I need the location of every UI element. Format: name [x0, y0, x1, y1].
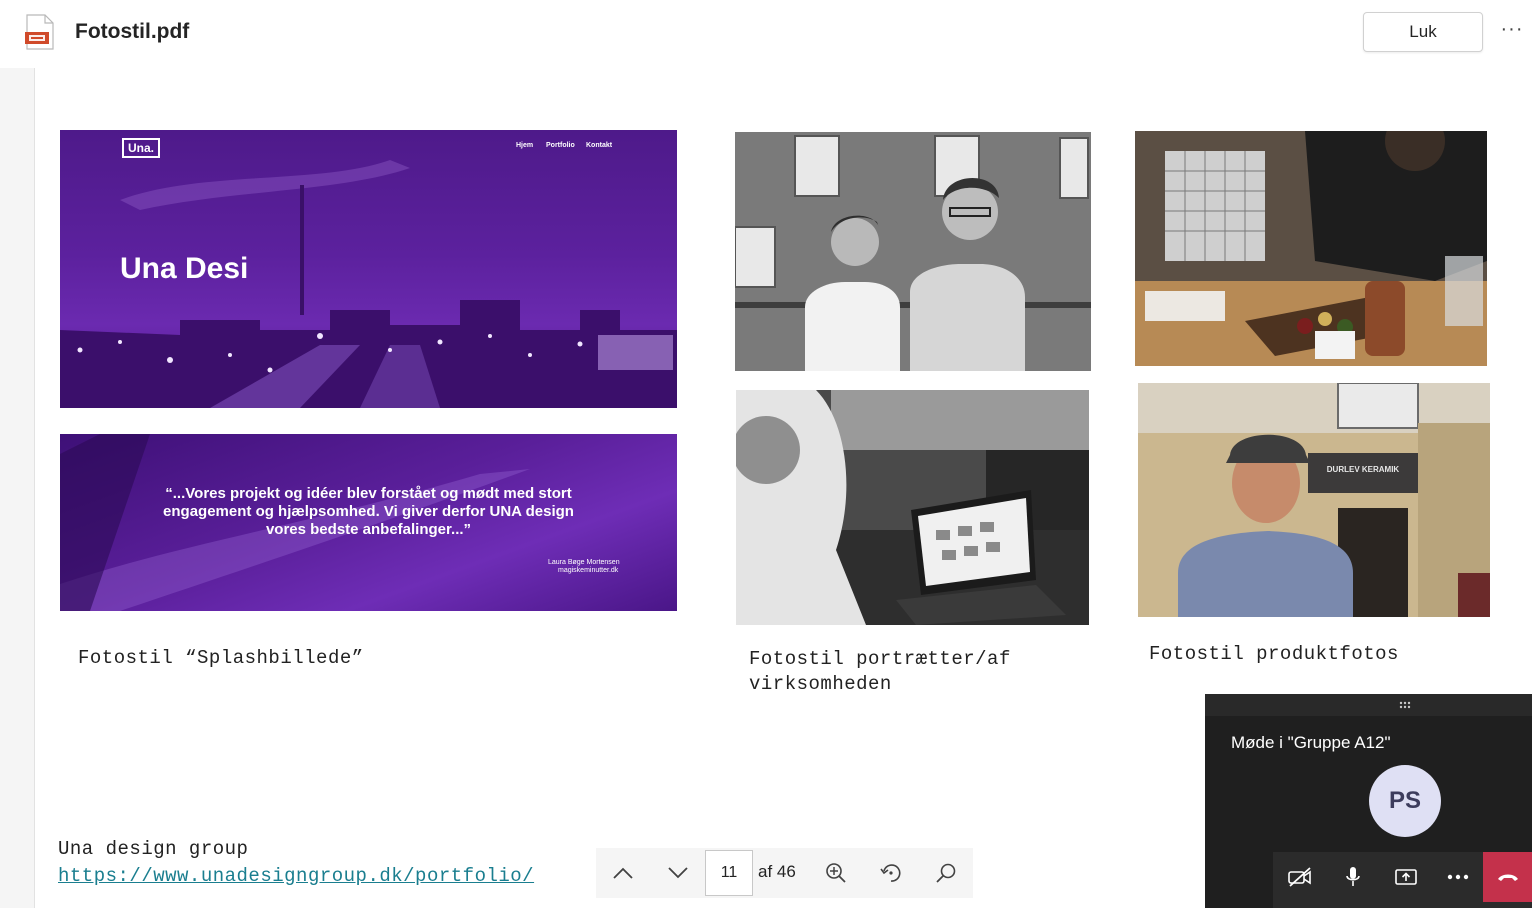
share-screen-icon — [1395, 869, 1417, 885]
footer-company: Una design group — [58, 838, 249, 860]
zoom-in-icon — [826, 863, 846, 883]
call-controls — [1273, 852, 1532, 908]
viewer-left-gutter — [0, 68, 35, 908]
search-button[interactable] — [921, 848, 971, 898]
quote-line-3: vores bedste anbefalinger...” — [265, 521, 472, 538]
previous-page-button[interactable] — [598, 848, 648, 898]
splash-nav-portfolio: Portfolio — [546, 142, 575, 149]
caption-splash: Fotostil “Splashbillede” — [78, 647, 364, 669]
next-page-button[interactable] — [653, 848, 703, 898]
drag-handle[interactable] — [1205, 694, 1532, 716]
meeting-title: Møde i "Gruppe A12" — [1231, 733, 1391, 752]
caption-products: Fotostil produktfotos — [1149, 643, 1399, 665]
microphone-icon — [1346, 867, 1360, 886]
portrait-graphic — [735, 132, 1091, 371]
more-actions-button[interactable] — [1433, 852, 1483, 902]
pdf-navigation-toolbar: 11 af 46 — [596, 848, 973, 898]
camera-toggle-button[interactable] — [1275, 852, 1325, 902]
laptop-graphic — [736, 390, 1089, 625]
more-options-button[interactable]: ··· — [1497, 18, 1527, 46]
product-photo-food — [1135, 131, 1487, 366]
splash-nav-hjem: Hjem — [516, 142, 534, 149]
splash-website-image: Una. Hjem Portfolio Kontakt Una Desi — [60, 130, 677, 408]
potter-graphic — [1138, 383, 1490, 617]
rotate-icon — [880, 864, 901, 882]
pdf-file-icon — [25, 14, 54, 50]
title-bar: Fotostil.pdf Luk ··· — [0, 0, 1532, 68]
camera-off-icon — [1288, 867, 1311, 887]
hang-up-icon — [1497, 874, 1518, 881]
zoom-in-button[interactable] — [811, 848, 861, 898]
food-graphic — [1135, 131, 1487, 366]
search-icon — [936, 863, 956, 883]
chevron-down-icon — [668, 867, 688, 879]
meeting-mini-window[interactable]: Møde i "Gruppe A12" PS — [1205, 694, 1532, 908]
file-title: Fotostil.pdf — [75, 20, 190, 43]
splash-logo: Una. — [122, 138, 161, 158]
hang-up-button[interactable] — [1483, 852, 1532, 902]
caption-portraits-line-1: Fotostil portrætter/af — [749, 648, 1011, 670]
splash-headline: Una Desi — [120, 252, 249, 285]
portrait-photo-laptop — [736, 390, 1089, 625]
splash-nav-kontakt: Kontakt — [586, 142, 613, 149]
portrait-photo-two-men — [735, 132, 1091, 371]
chevron-up-icon — [613, 867, 633, 879]
close-button[interactable]: Luk — [1363, 12, 1483, 52]
shop-sign: DURLEV KERAMIK — [1326, 465, 1400, 474]
ellipsis-icon — [1447, 874, 1469, 880]
page-count-label: af 46 — [758, 862, 796, 881]
rotate-button[interactable] — [866, 848, 916, 898]
quote-site: magiskeminutter.dk — [558, 567, 619, 574]
quote-line-1: “...Vores projekt og idéer blev forstået… — [165, 485, 572, 502]
product-photo-potter: DURLEV KERAMIK — [1138, 383, 1490, 617]
caption-portraits-line-2: virksomheden — [749, 673, 892, 695]
quote-author: Laura Bøge Mortensen — [548, 559, 620, 566]
testimonial-image: “...Vores projekt og idéer blev forstået… — [60, 434, 677, 611]
share-screen-button[interactable] — [1381, 852, 1431, 902]
page-number-input[interactable]: 11 — [705, 850, 753, 896]
microphone-button[interactable] — [1328, 852, 1378, 902]
footer-text: Una design group https://www.unadesigngr… — [58, 836, 534, 890]
footer-url-link[interactable]: https://www.unadesigngroup.dk/portfolio/ — [58, 863, 534, 890]
quote-line-2: engagement og hjælpsomhed. Vi giver derf… — [163, 503, 574, 520]
grip-dots-icon — [1399, 701, 1411, 709]
avatar: PS — [1369, 765, 1441, 837]
